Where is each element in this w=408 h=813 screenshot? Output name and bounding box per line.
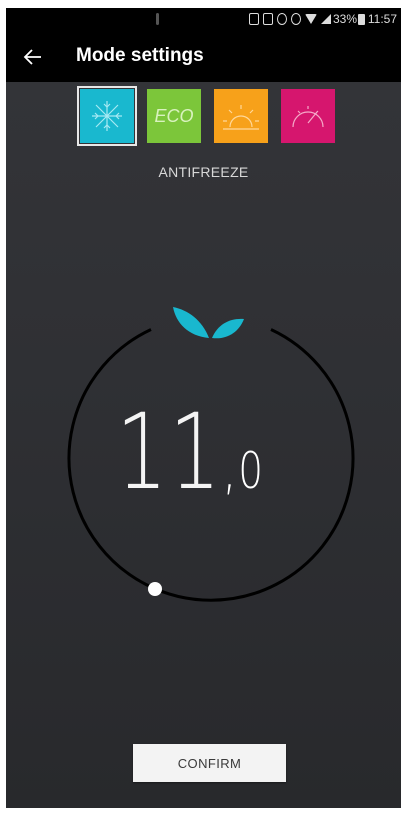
vibrate-icon [277, 13, 287, 25]
page-title: Mode settings [76, 45, 204, 66]
sim-icon [263, 13, 273, 25]
battery-icon [358, 14, 365, 25]
confirm-button[interactable]: CONFIRM [133, 744, 286, 782]
phone-screen: 33% 11:57 Mode settings ECO ANTIFREEZE 1… [6, 8, 401, 808]
temperature-separator: , [222, 434, 239, 502]
mode-comfort-button[interactable] [214, 89, 268, 143]
status-bar: 33% 11:57 [6, 8, 401, 32]
signal-icon [321, 14, 331, 24]
eco-icon-text: ECO [154, 105, 194, 126]
status-icons [249, 13, 331, 25]
wifi-icon [305, 14, 317, 24]
temperature-integer: 11 [116, 391, 223, 513]
mode-boost-button[interactable] [281, 89, 335, 143]
sun-icon [223, 105, 259, 130]
notification-icon [156, 13, 159, 25]
temperature-value: 11,0 [116, 400, 265, 504]
arrow-left-icon [23, 49, 41, 65]
leaf-icon [173, 307, 244, 339]
dial-handle[interactable] [148, 582, 162, 596]
nfc-icon [249, 13, 259, 25]
mode-eco-button[interactable]: ECO [147, 89, 201, 143]
temperature-decimal: 0 [238, 442, 265, 500]
alarm-icon [291, 13, 301, 25]
selected-mode-label: ANTIFREEZE [158, 164, 249, 180]
clock: 11:57 [367, 12, 397, 26]
gauge-icon [292, 106, 324, 128]
mode-antifreeze-button[interactable] [77, 86, 137, 146]
battery-percent: 33% [332, 12, 357, 26]
mode-selector: ECO [77, 86, 335, 146]
back-button[interactable] [20, 44, 46, 70]
app-bar: Mode settings [6, 32, 401, 82]
snowflake-icon [92, 101, 122, 131]
